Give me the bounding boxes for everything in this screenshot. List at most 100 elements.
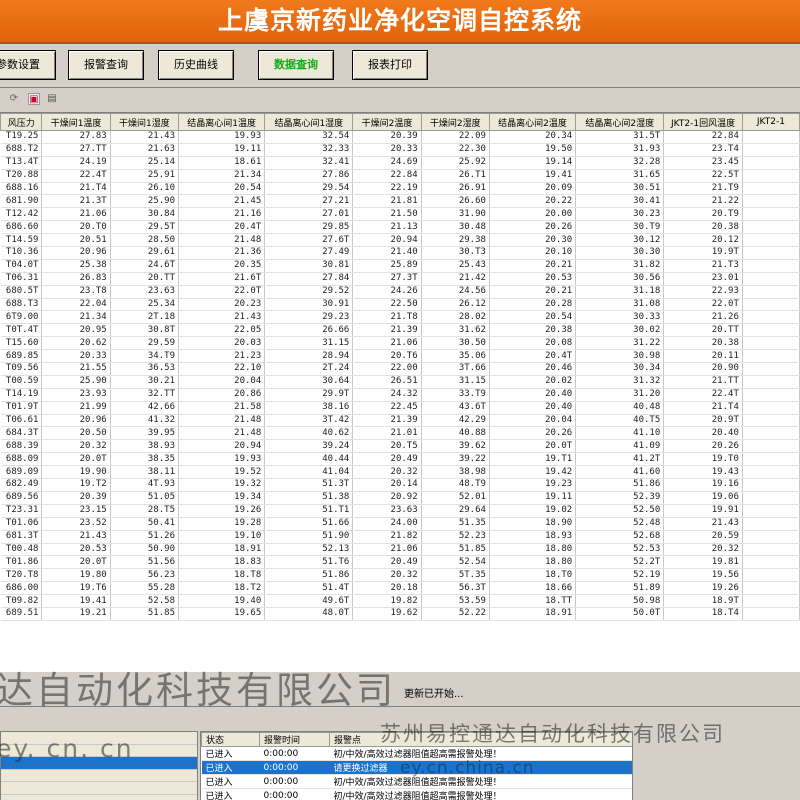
table-row[interactable]: 689.56 20.39 51.05 19.34 51.38 20.92 52.01 19.1… [0,491,800,505]
grid-column-header[interactable]: 干燥间1温度 [41,113,111,131]
table-cell: 29.64 [421,504,490,518]
table-cell: 27.01 [264,207,354,222]
table-cell: 18.91 [489,607,577,621]
alarm-query-button[interactable]: 报警查询 [68,50,144,80]
table-row[interactable]: T00.59 25.90 30.21 20.04 30.64 26.51 31.15 20.0… [0,375,800,389]
table-row[interactable]: 686.60 20.T0 29.5T 20.4T 29.85 21.13 30.48 20.2… [0,220,800,235]
grid-column-header[interactable]: 结晶离心间2温度 [488,113,577,131]
table-cell: 19.50 [489,143,577,157]
table-row[interactable]: T14.59 20.51 28.50 21.48 27.6T 20.94 29.38 20.3… [0,233,800,248]
table-row[interactable]: T0T.4T 20.95 30.8T 22.05 26.66 21.39 31.62 20.3… [0,323,800,338]
table-row[interactable]: T10.36 20.96 29.61 21.36 27.49 21.40 30.T3 20.1… [0,246,800,260]
table-row[interactable]: T13.4T 24.19 25.14 18.61 32.41 24.69 25.92 19.1… [0,156,800,170]
table-row[interactable]: 682.49 19.T2 4T.93 19.32 51.3T 20.14 48.T9 19.2… [0,478,800,492]
table-row[interactable]: T23.31 23.15 28.T5 19.26 51.T1 23.63 29.64 19.0… [0,504,800,518]
table-cell: 35.06 [421,349,490,364]
table-row[interactable]: T09.56 21.55 36.53 22.10 2T.24 22.00 3T.66 20.4… [0,362,800,376]
table-cell-empty [742,517,800,531]
alarm-col-status[interactable]: 状态 [201,732,260,747]
data-query-button[interactable]: 数据查询 [258,50,334,80]
table-row[interactable]: 688.T2 27.TT 21.63 19.11 32.33 20.33 22.30 19.5… [0,143,800,157]
history-trend-button[interactable]: 历史曲线 [158,50,234,80]
table-cell: 30.91 [264,298,354,312]
alarm-col-time[interactable]: 报警时间 [259,732,330,747]
alarm-col-point[interactable]: 报警点 [329,732,632,747]
table-cell: 4T.93 [110,478,179,492]
grid-column-header[interactable]: 结晶离心间1温度 [177,113,266,131]
table-cell: 20.34 [489,130,577,144]
table-cell: 30.8T [110,323,179,338]
table-row[interactable]: 689.85 20.33 34.T9 21.23 28.94 20.T6 35.06 20.4… [0,349,800,364]
settings-button[interactable]: 参数设置 [0,50,56,80]
table-cell: 23.15 [41,504,111,518]
table-row[interactable]: T19.25 27.83 21.43 19.93 32.54 20.39 22.09 20.3… [0,130,800,144]
table-cell: 19.42 [489,465,577,480]
table-row[interactable]: T12.42 21.06 30.84 21.16 27.01 21.50 31.90 20.0… [0,207,800,222]
table-cell: 21.23 [178,349,266,364]
grid-column-header[interactable]: 干燥间2湿度 [420,113,490,131]
table-cell: 52.2T [575,555,665,570]
app-title-bar: 上虞京新药业净化空调自控系统 [0,0,800,44]
table-row[interactable]: 686.00 19.T6 55.28 18.T2 51.4T 20.18 56.3T 18.6… [0,581,800,596]
report-print-button[interactable]: 报表打印 [352,50,428,80]
table-row[interactable]: T06.61 20.96 41.32 21.48 3T.42 21.39 42.29 20.0… [0,414,800,428]
grid-column-header[interactable]: 结晶离心间1湿度 [264,113,354,131]
alarm-row[interactable]: 已进入 0:00:00 初/中效/高效过滤器阻值超高需报警处理！ [201,788,632,800]
table-row[interactable]: T01.9T 21.99 42.66 21.58 38.16 22.45 43.6T 20.4… [0,401,800,415]
table-row[interactable]: T06.31 26.83 20.TT 21.6T 27.84 27.3T 21.42 20.5… [0,272,800,286]
table-row[interactable]: 681.90 21.3T 25.90 21.45 27.21 21.81 26.60 20.2… [0,194,800,209]
table-row[interactable]: T04.0T 25.38 24.6T 20.35 30.81 25.89 25.43 20.2… [0,259,800,273]
table-cell-empty [742,285,800,299]
table-row[interactable]: T20.88 22.4T 25.91 21.34 27.86 22.84 26.T1 19.4… [0,169,800,183]
table-row[interactable]: 688.16 21.T4 26.10 20.54 29.54 22.19 26.91 20.0… [0,182,800,196]
table-row[interactable]: 688.39 20.32 38.93 20.94 39.24 20.T5 39.62 20.0… [0,439,800,454]
table-cell: 51.35 [421,517,490,531]
table-row[interactable]: T20.T8 19.80 56.23 18.T8 51.86 20.32 5T.35 18.T… [0,568,800,583]
alarm-row[interactable]: 已进入 0:00:00 初/中效/高效过滤器阻值超高需报警处理！ [201,774,632,789]
table-row[interactable]: 688.09 20.0T 38.35 19.93 40.44 20.49 39.22 19.T… [0,452,800,467]
table-row[interactable]: 6T9.00 21.34 2T.18 21.43 29.23 21.T8 28.02 20.5… [0,310,800,325]
table-cell: 19.32 [178,478,266,492]
table-cell: 43.6T [421,401,490,415]
refresh-icon[interactable]: ⟳ [8,93,20,105]
table-cell-empty [742,465,800,480]
table-row[interactable]: 681.3T 21.43 51.26 19.10 51.90 21.82 52.23 18.9… [0,530,800,544]
grid-column-header[interactable]: 干燥间2温度 [352,113,422,131]
table-cell: 22.84 [352,169,422,183]
table-cell: 689.85 [0,349,43,364]
grid-column-header[interactable]: JKT2-1 [741,113,800,131]
table-row[interactable]: 689.09 19.90 38.11 19.52 41.04 20.32 38.98 19.4… [0,465,800,480]
table-cell: 20.28 [489,298,577,312]
chart-icon[interactable]: ▣ [28,93,40,105]
table-cell: 28.94 [264,349,354,364]
table-row[interactable]: T01.06 23.52 50.41 19.28 51.66 24.00 51.35 18.9… [0,517,800,531]
table-cell: 18.T8 [178,568,266,583]
table-row[interactable]: 680.5T 23.T8 23.63 22.0T 29.52 24.26 24.56 20.2… [0,285,800,299]
table-cell: 48.T9 [421,478,490,492]
table-cell: 41.09 [575,439,665,454]
grid-column-header[interactable]: 结晶离心间2湿度 [575,113,665,131]
table-row[interactable]: T09.82 19.41 52.58 19.40 49.6T 19.82 53.59 18.T… [0,594,800,608]
alarm-row[interactable]: 已进入 0:00:00 请更换过滤器 [201,760,632,775]
grid-column-header[interactable]: 风压力 [0,113,43,131]
grid-column-header[interactable]: 干燥间1湿度 [109,113,179,131]
table-cell: 29.59 [110,336,179,351]
alarm-side-selected[interactable] [1,757,197,770]
table-row[interactable]: T01.86 20.0T 51.56 18.83 51.T6 20.49 52.54 18.8… [0,555,800,570]
table-cell: 26.66 [264,323,354,338]
export-icon[interactable]: ▤ [46,93,58,105]
toolbar: 参数设置 报警查询 历史曲线 数据查询 报表打印 [0,44,800,88]
table-cell: 19.T6 [41,581,111,596]
table-row[interactable]: T00.48 20.53 50.90 18.91 52.13 21.06 51.85 18.8… [0,543,800,557]
table-cell: 20.4T [489,349,577,364]
table-cell: 30.51 [575,182,665,196]
table-row[interactable]: T14.19 23.93 32.TT 20.86 29.9T 24.32 33.T9 20.4… [0,388,800,402]
grid-column-header[interactable]: JKT2-1回风温度 [663,113,743,131]
table-cell: 20.50 [41,426,111,441]
data-grid-panel: 风压力 干燥间1温度 干燥间1湿度 结晶离心间1温度 结晶离心间1湿度 干燥间2温度 干燥间… [0,112,800,672]
table-row[interactable]: 684.3T 20.50 39.95 21.48 40.62 21.01 40.88 20.2… [0,426,800,441]
table-row[interactable]: T15.60 20.62 29.59 20.03 31.15 21.06 30.50 20.0… [0,336,800,351]
alarm-row[interactable]: 已进入 0:00:00 初/中效/高效过滤器阻值超高需报警处理！ [201,746,632,761]
table-row[interactable]: 689.51 19.21 51.85 19.65 48.0T 19.62 52.22 18.9… [0,607,800,621]
table-row[interactable]: 688.T3 22.04 25.34 20.23 30.91 22.50 26.12 20.2… [0,298,800,312]
